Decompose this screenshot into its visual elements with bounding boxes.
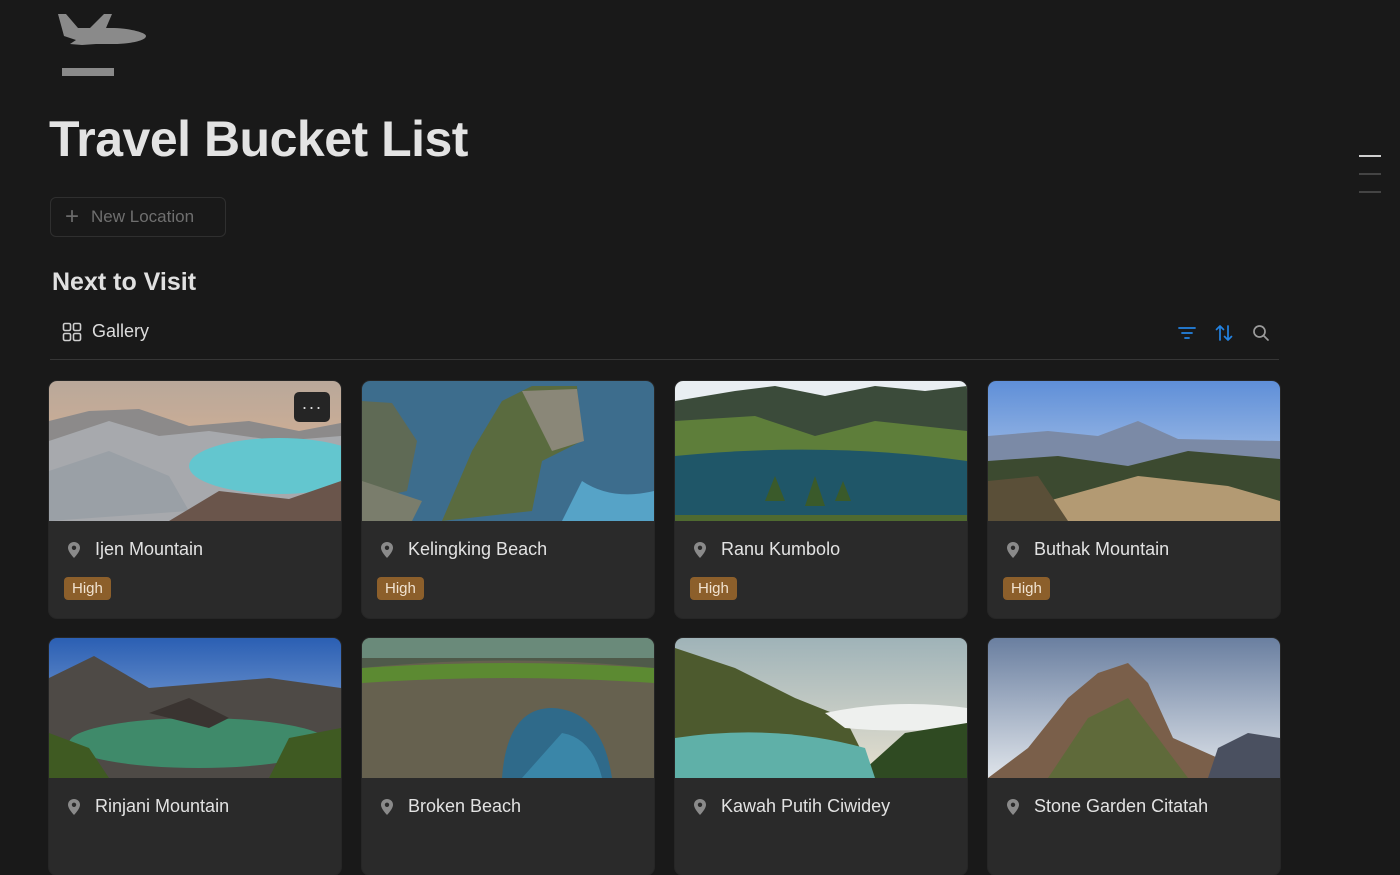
location-pin-icon (380, 541, 394, 559)
tab-gallery-label: Gallery (92, 321, 150, 341)
card-cover-image (675, 381, 967, 521)
toc-line-active[interactable] (1359, 155, 1381, 157)
gallery-card[interactable]: Kelingking Beach High (362, 381, 654, 618)
location-pin-icon (693, 798, 707, 816)
section-title: Next to Visit (52, 268, 197, 296)
location-pin-icon (67, 541, 81, 559)
card-title: Kawah Putih Ciwidey (721, 796, 891, 816)
priority-badge: High (1003, 577, 1050, 600)
location-pin-icon (693, 541, 707, 559)
gallery-card[interactable]: Buthak Mountain High (988, 381, 1280, 618)
toc-line[interactable] (1359, 191, 1381, 193)
new-location-button[interactable]: + New Location (50, 197, 226, 237)
airplane-departure-icon[interactable] (56, 12, 148, 78)
table-of-contents-indicator[interactable] (1359, 155, 1381, 209)
gallery-card[interactable]: Rinjani Mountain (49, 638, 341, 875)
search-icon[interactable] (1251, 323, 1271, 343)
card-title: Ijen Mountain (95, 539, 204, 559)
location-pin-icon (380, 798, 394, 816)
gallery-card[interactable]: Kawah Putih Ciwidey (675, 638, 967, 875)
priority-badge: High (690, 577, 737, 600)
card-title: Buthak Mountain (1034, 539, 1170, 559)
gallery-grid: ··· Ijen Mountain High Kelingking Beach … (49, 381, 1280, 875)
view-tools (1177, 323, 1271, 343)
gallery-card[interactable]: Broken Beach (362, 638, 654, 875)
card-title: Rinjani Mountain (95, 796, 230, 816)
location-pin-icon (1006, 798, 1020, 816)
view-bar: Gallery (50, 312, 1279, 360)
card-cover-image (675, 638, 967, 778)
card-cover-image (49, 638, 341, 778)
new-location-label: New Location (91, 207, 195, 226)
plus-icon: + (65, 203, 80, 230)
location-pin-icon (67, 798, 81, 816)
card-title: Kelingking Beach (408, 539, 548, 559)
gallery-grid-icon (62, 322, 82, 341)
card-more-button[interactable]: ··· (294, 392, 330, 422)
card-title: Broken Beach (408, 796, 522, 816)
card-cover-image: ··· (49, 381, 341, 521)
gallery-card[interactable]: Stone Garden Citatah (988, 638, 1280, 875)
card-cover-image (362, 638, 654, 778)
priority-badge: High (377, 577, 424, 600)
toc-line[interactable] (1359, 173, 1381, 175)
page-title: Travel Bucket List (49, 111, 468, 167)
priority-badge: High (64, 577, 111, 600)
sort-icon[interactable] (1214, 323, 1234, 343)
card-cover-image (988, 381, 1280, 521)
gallery-card[interactable]: ··· Ijen Mountain High (49, 381, 341, 618)
tab-gallery[interactable]: Gallery (62, 321, 149, 342)
card-title: Ranu Kumbolo (721, 539, 841, 559)
gallery-card[interactable]: Ranu Kumbolo High (675, 381, 967, 618)
location-pin-icon (1006, 541, 1020, 559)
card-title: Stone Garden Citatah (1034, 796, 1209, 816)
card-cover-image (362, 381, 654, 521)
filter-icon[interactable] (1177, 323, 1197, 343)
card-cover-image (988, 638, 1280, 778)
